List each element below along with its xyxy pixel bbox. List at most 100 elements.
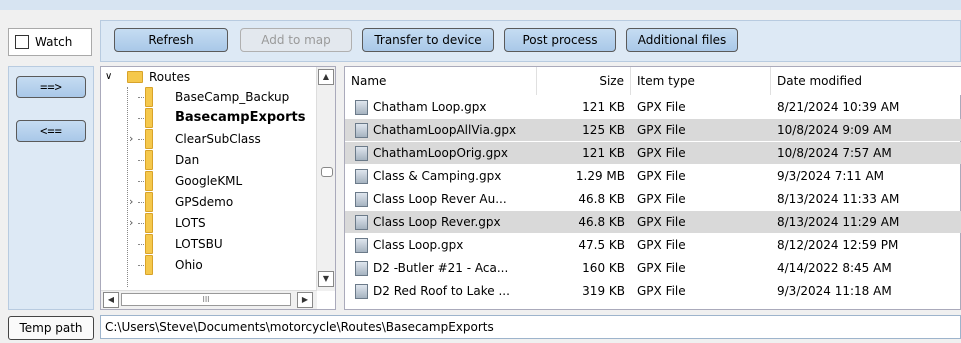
file-name: Chatham Loop.gpx xyxy=(373,100,487,114)
chevron-right-icon[interactable]: › xyxy=(129,192,133,212)
gpx-file-icon xyxy=(355,146,368,161)
file-size: 46.8 KB xyxy=(578,192,625,206)
file-row[interactable]: Class Loop.gpx 47.5 KB GPX File 8/12/2024 1… xyxy=(345,234,961,256)
scroll-thumb[interactable] xyxy=(321,167,333,177)
path-field[interactable]: C:\Users\Steve\Documents\motorcycle\Rout… xyxy=(100,315,961,339)
tree-item-label: Ohio xyxy=(175,258,203,272)
gpx-file-icon xyxy=(355,100,368,115)
temp-path-button[interactable]: Temp path xyxy=(8,316,94,340)
chevron-right-icon[interactable]: › xyxy=(129,129,133,149)
file-name: ChathamLoopOrig.gpx xyxy=(373,146,508,160)
folder-tree[interactable]: ∨ Routes BaseCamp_Backup BasecampExports ›… xyxy=(100,66,336,310)
chevron-right-icon[interactable]: › xyxy=(129,213,133,233)
watch-checkbox[interactable]: Watch xyxy=(8,28,92,56)
file-name: D2 Red Roof to Lake ... xyxy=(373,284,510,298)
folder-icon xyxy=(145,213,153,233)
gpx-file-icon xyxy=(355,192,368,207)
file-type: GPX File xyxy=(637,215,686,229)
transfer-panel xyxy=(8,66,94,310)
file-row[interactable]: Class Loop Rever Au... 46.8 KB GPX File 8/1… xyxy=(345,188,961,210)
top-strip xyxy=(0,0,961,10)
column-header-type[interactable]: Item type xyxy=(631,67,771,95)
gpx-file-icon xyxy=(355,238,368,253)
file-size: 1.29 MB xyxy=(575,169,625,183)
tree-item-label: GPSdemo xyxy=(175,195,234,209)
column-header-size[interactable]: Size xyxy=(537,67,631,95)
file-size: 121 KB xyxy=(582,146,625,160)
gpx-file-icon xyxy=(355,261,368,276)
tree-item-label: GoogleKML xyxy=(175,174,243,188)
folder-icon xyxy=(127,71,143,83)
post-process-button[interactable]: Post process xyxy=(504,28,616,52)
file-type: GPX File xyxy=(637,169,686,183)
column-header-name[interactable]: Name xyxy=(345,67,537,95)
file-date: 8/21/2024 10:39 AM xyxy=(777,100,900,114)
file-name: ChathamLoopAllVia.gpx xyxy=(373,123,517,137)
file-date: 8/13/2024 11:33 AM xyxy=(777,192,900,206)
tree-item-label: LOTSBU xyxy=(175,237,223,251)
folder-icon xyxy=(145,192,153,212)
file-type: GPX File xyxy=(637,123,686,137)
scroll-right-icon[interactable]: ▶ xyxy=(297,292,313,308)
file-name: Class Loop Rever.gpx xyxy=(373,215,501,229)
file-row[interactable]: Class Loop Rever.gpx 46.8 KB GPX File 8/13/… xyxy=(345,211,961,233)
chevron-down-icon[interactable]: ∨ xyxy=(105,67,112,87)
file-row[interactable]: D2 -Butler #21 - Aca... 160 KB GPX File 4/1… xyxy=(345,257,961,279)
folder-icon xyxy=(145,171,153,191)
refresh-button[interactable]: Refresh xyxy=(114,28,228,52)
file-type: GPX File xyxy=(637,261,686,275)
file-size: 121 KB xyxy=(582,100,625,114)
scroll-left-icon[interactable]: ◀ xyxy=(103,292,119,308)
file-row[interactable]: Class & Camping.gpx 1.29 MB GPX File 9/3/20… xyxy=(345,165,961,187)
file-size: 160 KB xyxy=(582,261,625,275)
folder-icon xyxy=(145,108,153,128)
file-name: Class Loop.gpx xyxy=(373,238,464,252)
file-row[interactable]: Chatham Loop.gpx 121 KB GPX File 8/21/2024 … xyxy=(345,96,961,118)
send-left-button[interactable]: <== xyxy=(16,120,86,142)
send-right-button[interactable]: ==> xyxy=(16,76,86,98)
add-to-map-button[interactable]: Add to map xyxy=(240,28,352,52)
gpx-file-icon xyxy=(355,169,368,184)
file-type: GPX File xyxy=(637,100,686,114)
folder-icon xyxy=(145,150,153,170)
column-header-date[interactable]: Date modified xyxy=(771,67,961,95)
file-size: 319 KB xyxy=(582,284,625,298)
file-list[interactable]: Name Size Item type Date modified Chatha… xyxy=(344,66,961,310)
gpx-file-icon xyxy=(355,123,368,138)
watch-label: Watch xyxy=(35,35,73,49)
file-type: GPX File xyxy=(637,146,686,160)
folder-icon xyxy=(145,87,153,107)
tree-item-label: LOTS xyxy=(175,216,206,230)
file-date: 10/8/2024 7:57 AM xyxy=(777,146,892,160)
hscroll-thumb[interactable]: III xyxy=(121,293,291,306)
file-type: GPX File xyxy=(637,238,686,252)
file-type: GPX File xyxy=(637,284,686,298)
file-name: D2 -Butler #21 - Aca... xyxy=(373,261,509,275)
file-row[interactable]: ChathamLoopOrig.gpx 121 KB GPX File 10/8/20… xyxy=(345,142,961,164)
folder-icon xyxy=(145,129,153,149)
file-size: 47.5 KB xyxy=(578,238,625,252)
tree-vertical-scrollbar[interactable]: ▲ ▼ xyxy=(316,67,335,291)
tree-item-label: BasecampExports xyxy=(175,110,306,125)
scroll-up-icon[interactable]: ▲ xyxy=(318,69,334,85)
file-date: 9/3/2024 11:18 AM xyxy=(777,284,892,298)
transfer-to-device-button[interactable]: Transfer to device xyxy=(362,28,494,52)
file-name: Class & Camping.gpx xyxy=(373,169,502,183)
file-row[interactable]: ChathamLoopAllVia.gpx 125 KB GPX File 10/8/… xyxy=(345,119,961,141)
file-date: 4/14/2022 8:45 AM xyxy=(777,261,892,275)
file-name: Class Loop Rever Au... xyxy=(373,192,507,206)
tree-item-label: Dan xyxy=(175,153,200,167)
tree-horizontal-scrollbar[interactable]: ◀ III ▶ xyxy=(101,290,317,309)
file-type: GPX File xyxy=(637,192,686,206)
file-date: 8/12/2024 12:59 PM xyxy=(777,238,899,252)
scroll-down-icon[interactable]: ▼ xyxy=(318,271,334,287)
file-date: 9/3/2024 7:11 AM xyxy=(777,169,885,183)
gpx-file-icon xyxy=(355,284,368,299)
tree-item-label: BaseCamp_Backup xyxy=(175,90,290,104)
file-row[interactable]: D2 Red Roof to Lake ... 319 KB GPX File 9/3… xyxy=(345,280,961,302)
file-size: 125 KB xyxy=(582,123,625,137)
additional-files-button[interactable]: Additional files xyxy=(626,28,738,52)
watch-checkbox-box[interactable] xyxy=(15,35,29,49)
folder-icon xyxy=(145,255,153,275)
file-date: 10/8/2024 9:09 AM xyxy=(777,123,892,137)
